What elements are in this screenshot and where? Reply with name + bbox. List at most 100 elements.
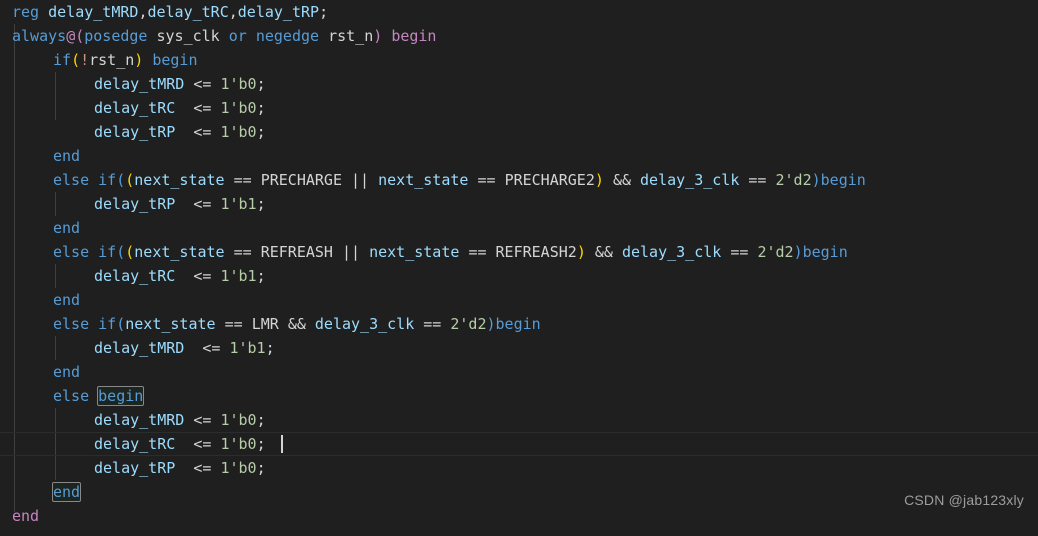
code-token: begin — [495, 315, 541, 333]
code-token: LMR — [251, 315, 279, 333]
code-line[interactable]: delay_tRC <= 1'b0; — [0, 432, 1038, 456]
code-line[interactable]: delay_tRC <= 1'b1; — [0, 264, 1038, 288]
code-token: delay_3_clk — [640, 171, 740, 189]
code-line[interactable]: else if((next_state == REFREASH || next_… — [0, 240, 1038, 264]
code-line[interactable]: if(!rst_n) begin — [0, 48, 1038, 72]
code-line[interactable]: end — [0, 144, 1038, 168]
code-token: == — [423, 315, 442, 333]
code-line[interactable]: delay_tMRD <= 1'b0; — [0, 408, 1038, 432]
code-token: ) — [134, 51, 144, 69]
code-token: next_state — [369, 243, 460, 261]
code-token: <= — [193, 411, 212, 429]
code-line[interactable]: end — [0, 216, 1038, 240]
code-line[interactable]: else if(next_state == LMR && delay_3_clk… — [0, 312, 1038, 336]
code-line[interactable]: delay_tRP <= 1'b0; — [0, 456, 1038, 480]
code-token: <= — [193, 195, 212, 213]
code-token: delay_3_clk — [621, 243, 722, 261]
code-token: 1'b0 — [220, 459, 257, 477]
code-token: ; — [256, 435, 266, 453]
code-token: if — [98, 315, 117, 333]
code-token: posedge — [84, 27, 148, 45]
code-token: ) — [373, 27, 383, 45]
code-token: <= — [193, 99, 212, 117]
code-token: 1'b1 — [220, 195, 257, 213]
code-token: @ — [66, 27, 76, 45]
code-line[interactable]: delay_tRP <= 1'b1; — [0, 192, 1038, 216]
matching-pair-token: begin — [97, 386, 145, 406]
code-line[interactable]: end — [0, 360, 1038, 384]
code-token: end — [53, 363, 81, 381]
code-token: == — [748, 171, 767, 189]
code-token: REFREASH — [260, 243, 333, 261]
code-token: ; — [256, 411, 266, 429]
code-line[interactable]: else if((next_state == PRECHARGE || next… — [0, 168, 1038, 192]
code-token: delay_tMRD — [94, 339, 185, 357]
code-line[interactable]: delay_tMRD <= 1'b1; — [0, 336, 1038, 360]
code-token: ) — [576, 243, 586, 261]
code-token: next_state — [134, 243, 225, 261]
code-token: delay_tRP — [94, 195, 176, 213]
code-token: <= — [193, 435, 212, 453]
code-token: || — [351, 171, 370, 189]
code-token: ! — [80, 51, 90, 69]
code-token: ; — [256, 99, 266, 117]
code-token: ; — [319, 3, 329, 21]
code-line[interactable]: reg delay_tMRD,delay_tRC,delay_tRP; — [0, 0, 1038, 24]
code-token: 1'b0 — [220, 411, 257, 429]
code-token: delay_tRC — [94, 99, 176, 117]
code-token: ( — [116, 243, 126, 261]
code-token: delay_3_clk — [314, 315, 415, 333]
code-token: 1'b0 — [220, 435, 257, 453]
code-token: PRECHARGE — [260, 171, 342, 189]
code-line[interactable]: end — [0, 288, 1038, 312]
code-line[interactable]: end — [0, 480, 1038, 504]
matching-pair-token: end — [51, 482, 82, 502]
code-token: <= — [202, 339, 221, 357]
code-line[interactable]: delay_tRP <= 1'b0; — [0, 120, 1038, 144]
code-token: rst_n — [89, 51, 135, 69]
code-line[interactable]: always@(posedge sys_clk or negedge rst_n… — [0, 24, 1038, 48]
code-token: && — [287, 315, 306, 333]
code-token: next_state — [134, 171, 225, 189]
code-line[interactable]: delay_tRC <= 1'b0; — [0, 96, 1038, 120]
code-editor[interactable]: reg delay_tMRD,delay_tRC,delay_tRP; alway… — [0, 0, 1038, 536]
code-token: else — [53, 171, 90, 189]
code-token: ( — [116, 171, 126, 189]
code-token: REFREASH2 — [495, 243, 577, 261]
code-token: == — [477, 171, 496, 189]
code-token: delay_tRP — [237, 3, 320, 21]
watermark-label: CSDN @jab123xly — [904, 492, 1024, 508]
code-token: == — [233, 171, 252, 189]
code-token: == — [224, 315, 243, 333]
code-token: begin — [802, 243, 848, 261]
code-token: ; — [256, 195, 266, 213]
code-line[interactable]: end — [0, 504, 1038, 528]
code-token: ( — [116, 315, 126, 333]
code-token: next_state — [378, 171, 469, 189]
code-line[interactable]: delay_tMRD <= 1'b0; — [0, 72, 1038, 96]
code-token: reg — [12, 3, 40, 21]
code-line[interactable]: else begin — [0, 384, 1038, 408]
code-token: end — [53, 291, 81, 309]
code-surface[interactable]: reg delay_tMRD,delay_tRC,delay_tRP; alway… — [0, 0, 1038, 536]
code-token: || — [342, 243, 361, 261]
code-token: ; — [256, 267, 266, 285]
